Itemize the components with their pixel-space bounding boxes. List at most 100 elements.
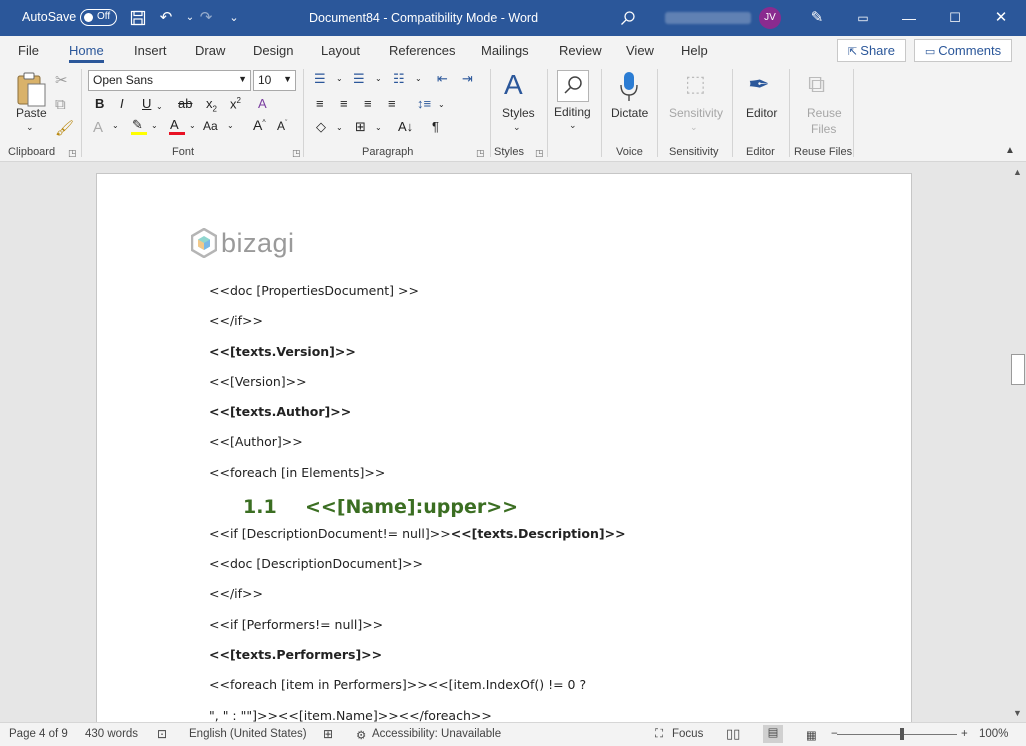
tab-help[interactable]: Help — [681, 43, 708, 58]
customize-toolbar-icon[interactable]: ⌄ — [224, 8, 244, 28]
dictate-button[interactable]: Dictate — [611, 106, 648, 120]
pen-icon[interactable]: ✎ — [807, 8, 827, 28]
font-name-select[interactable]: Open Sans ▼ — [88, 70, 251, 91]
zoom-slider[interactable] — [837, 734, 957, 735]
tab-draw[interactable]: Draw — [195, 43, 225, 58]
zoom-in-icon[interactable]: + — [961, 728, 968, 740]
read-mode-icon[interactable]: ▯▯ — [726, 726, 740, 742]
avatar[interactable]: JV — [759, 7, 781, 29]
cut-icon[interactable]: ✂ — [55, 71, 68, 89]
tab-design[interactable]: Design — [253, 43, 293, 58]
bullets-icon[interactable]: ☰ — [314, 71, 326, 87]
reuse-files-line2[interactable]: Files — [811, 122, 836, 136]
sensitivity-button[interactable]: Sensitivity — [669, 106, 723, 120]
numbering-icon[interactable]: ☰ — [353, 71, 365, 87]
line-spacing-dropdown-icon[interactable]: ⌄ — [438, 100, 445, 109]
clipboard-launcher-icon[interactable]: ◳ — [68, 148, 77, 159]
align-right-icon[interactable]: ≡ — [364, 96, 372, 111]
ribbon-display-options-icon[interactable]: ▭ — [840, 0, 886, 36]
strikethrough-icon[interactable]: ab — [178, 96, 192, 111]
paste-icon[interactable] — [14, 71, 48, 109]
scroll-down-icon[interactable]: ▼ — [1013, 708, 1022, 718]
web-layout-icon[interactable]: ▦ — [806, 728, 817, 742]
language[interactable]: English (United States) — [189, 728, 307, 740]
autosave-toggle[interactable]: Off — [80, 9, 117, 26]
tab-references[interactable]: References — [389, 43, 455, 58]
font-size-select[interactable]: 10 ▼ — [253, 70, 296, 91]
redo-icon[interactable]: ↷ — [196, 8, 216, 28]
editing-dropdown-icon[interactable]: ⌄ — [569, 120, 577, 131]
styles-icon[interactable]: A — [504, 69, 523, 101]
styles-launcher-icon[interactable]: ◳ — [535, 148, 544, 159]
text-effects-dropdown-icon[interactable]: ⌄ — [112, 121, 119, 130]
microphone-icon[interactable] — [619, 71, 639, 103]
copy-icon[interactable]: ⧉ — [55, 96, 66, 113]
bullets-dropdown-icon[interactable]: ⌄ — [336, 74, 343, 83]
sensitivity-dropdown-icon[interactable]: ⌄ — [690, 122, 698, 133]
text-effects-icon[interactable]: A — [93, 119, 103, 136]
reuse-files-icon[interactable]: ⧉ — [808, 71, 825, 99]
share-button[interactable]: ⇱ Share — [837, 39, 906, 62]
page-count[interactable]: Page 4 of 9 — [9, 728, 68, 740]
justify-icon[interactable]: ≡ — [388, 96, 396, 111]
tab-view[interactable]: View — [626, 43, 654, 58]
show-marks-icon[interactable]: ¶ — [432, 119, 439, 134]
font-color-dropdown-icon[interactable]: ⌄ — [189, 121, 196, 130]
reuse-files-line1[interactable]: Reuse — [807, 106, 842, 120]
scroll-thumb[interactable] — [1011, 354, 1025, 385]
save-icon[interactable] — [128, 8, 148, 28]
editor-button[interactable]: Editor — [746, 106, 777, 120]
undo-icon[interactable]: ↶ — [156, 8, 176, 28]
track-changes-icon[interactable]: ⊞ — [323, 727, 333, 741]
print-layout-icon[interactable]: ▤ — [763, 725, 783, 743]
tab-review[interactable]: Review — [559, 43, 602, 58]
accessibility-status[interactable]: Accessibility: Unavailable — [372, 728, 501, 740]
zoom-slider-thumb[interactable] — [900, 728, 904, 740]
align-center-icon[interactable]: ≡ — [340, 96, 348, 111]
editor-icon[interactable]: ✒ — [748, 69, 770, 100]
search-icon[interactable] — [618, 8, 638, 28]
grow-font-icon[interactable]: A^ — [253, 117, 266, 133]
editing-icon[interactable] — [557, 70, 589, 102]
word-count[interactable]: 430 words — [85, 728, 138, 740]
underline-icon[interactable]: U — [142, 96, 151, 111]
vertical-scrollbar[interactable]: ▲ ▼ — [1010, 163, 1026, 722]
scroll-up-icon[interactable]: ▲ — [1013, 167, 1022, 177]
document-page[interactable]: bizagi <<doc [PropertiesDocument] >> <</… — [96, 173, 912, 722]
focus-icon[interactable]: ⛶ — [655, 728, 663, 741]
styles-button[interactable]: Styles — [502, 106, 535, 120]
close-icon[interactable]: ✕ — [978, 0, 1024, 36]
tab-insert[interactable]: Insert — [134, 43, 167, 58]
sort-icon[interactable]: A↓ — [398, 119, 413, 134]
shading-dropdown-icon[interactable]: ⌄ — [336, 123, 343, 132]
underline-dropdown-icon[interactable]: ⌄ — [156, 102, 163, 111]
paste-label[interactable]: Paste — [16, 106, 47, 120]
shading-icon[interactable]: ◇ — [316, 119, 326, 135]
increase-indent-icon[interactable]: ⇥ — [462, 71, 473, 87]
multilevel-list-icon[interactable]: ☷ — [393, 71, 405, 87]
align-left-icon[interactable]: ≡ — [316, 96, 324, 111]
tab-home[interactable]: Home — [69, 43, 104, 63]
bold-icon[interactable]: B — [95, 96, 104, 111]
zoom-level[interactable]: 100% — [979, 728, 1008, 740]
multilevel-dropdown-icon[interactable]: ⌄ — [415, 74, 422, 83]
superscript-icon[interactable]: x2 — [230, 96, 241, 111]
line-spacing-icon[interactable]: ↕≡ — [417, 96, 431, 111]
focus-label[interactable]: Focus — [672, 728, 703, 740]
highlight-dropdown-icon[interactable]: ⌄ — [151, 121, 158, 130]
font-color-icon[interactable]: A — [170, 117, 179, 132]
clear-formatting-icon[interactable]: A — [258, 96, 267, 111]
collapse-ribbon-icon[interactable]: ▲ — [1005, 145, 1015, 156]
accessibility-icon[interactable]: ⚙ — [356, 728, 366, 742]
borders-icon[interactable]: ⊞ — [355, 119, 366, 135]
tab-file[interactable]: File — [18, 43, 39, 58]
highlight-icon[interactable]: ✎ — [132, 117, 143, 133]
minimize-icon[interactable]: — — [886, 0, 932, 36]
change-case-dropdown-icon[interactable]: ⌄ — [227, 121, 234, 130]
decrease-indent-icon[interactable]: ⇤ — [437, 71, 448, 87]
styles-dropdown-icon[interactable]: ⌄ — [513, 122, 521, 133]
font-launcher-icon[interactable]: ◳ — [292, 148, 301, 159]
paste-dropdown-icon[interactable]: ⌄ — [26, 122, 34, 133]
change-case-icon[interactable]: Aa — [203, 119, 218, 133]
tab-layout[interactable]: Layout — [321, 43, 360, 58]
